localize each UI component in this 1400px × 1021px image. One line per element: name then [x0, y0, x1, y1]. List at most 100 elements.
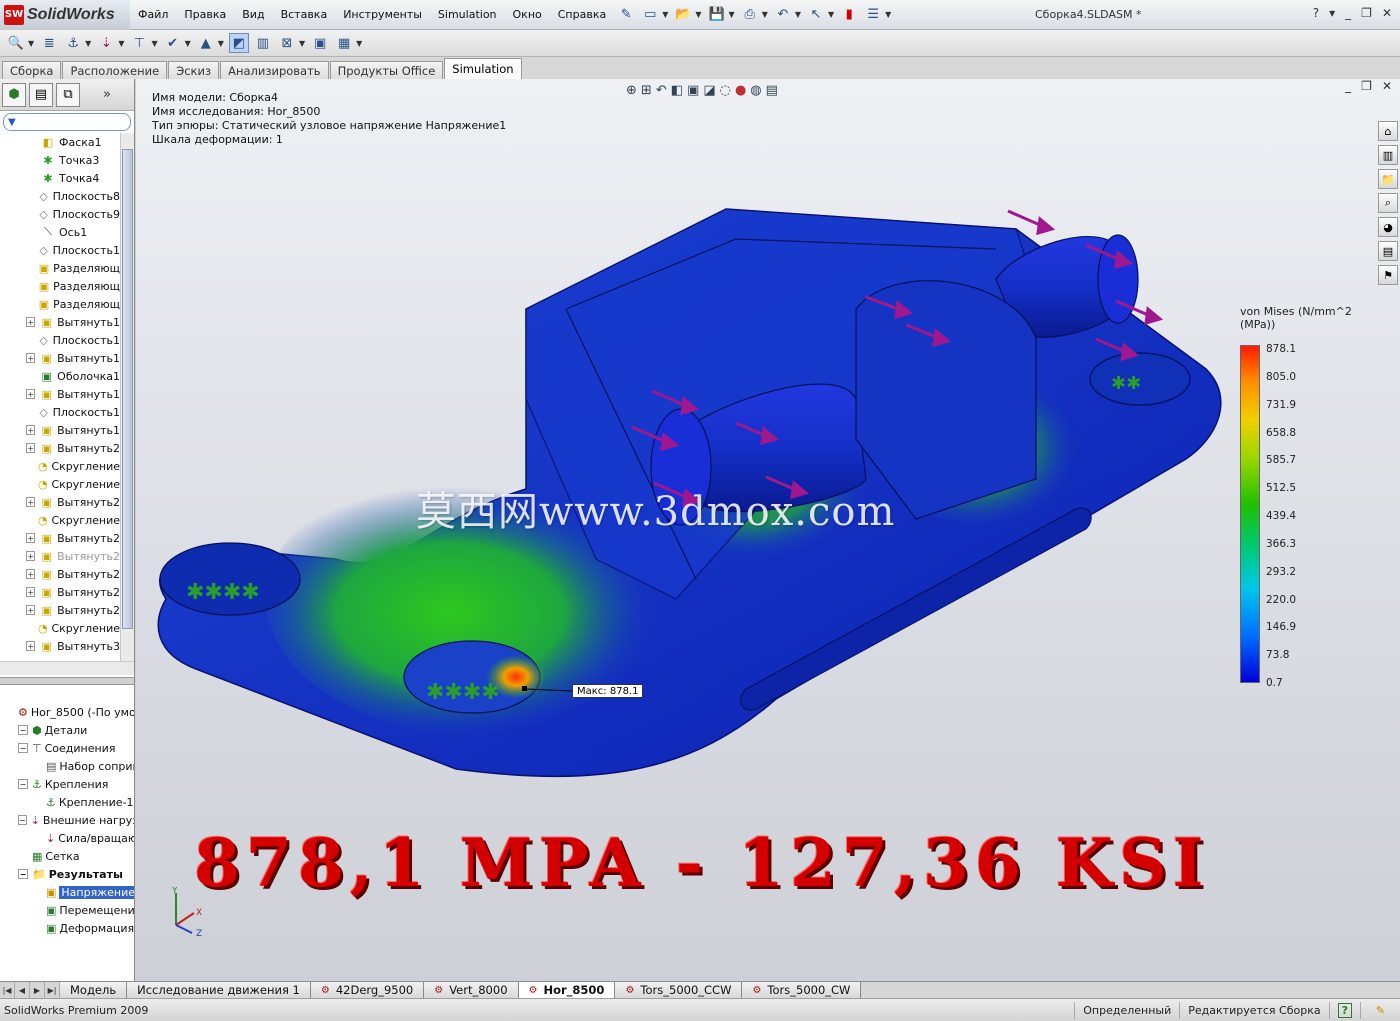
expand-icon[interactable]: + [26, 443, 36, 453]
feature-tree-item[interactable]: ⟍ Ось1 [0, 223, 120, 241]
chevron-down-icon[interactable]: ▼ [185, 39, 191, 48]
chevron-down-icon[interactable]: ▼ [28, 39, 34, 48]
last-tab-icon[interactable]: ▶| [45, 982, 60, 998]
feature-tree-item[interactable]: ▣ Оболочка1 [0, 367, 120, 385]
close-icon[interactable]: ✕ [1382, 6, 1392, 20]
solidworks-logo[interactable]: SW SolidWorks [0, 0, 130, 30]
home-icon[interactable]: ⌂ [1378, 121, 1398, 141]
feature-tree-item[interactable]: ◇ Плоскость1 [0, 403, 120, 421]
graphics-viewport[interactable]: Имя модели: Сборка4 Имя исследования: Ho… [136, 79, 1400, 981]
minimize-icon[interactable]: _ [1345, 6, 1351, 20]
feature-tree-item[interactable]: + ▣ Вытянуть1 [0, 349, 120, 367]
first-tab-icon[interactable]: |◀ [0, 982, 15, 998]
help-icon[interactable]: ? [1313, 6, 1319, 20]
open-folder-icon[interactable]: 📂 [673, 5, 693, 25]
sim-tree-item[interactable]: ▣Деформация1 ( [0, 919, 134, 937]
feature-tree-tab-icon[interactable]: ⬢ [2, 82, 26, 107]
command-tab[interactable]: Расположение [62, 61, 168, 79]
collapse-icon[interactable]: − [18, 815, 27, 825]
sim-tree-item[interactable]: ⚙Hor_8500 (-По умолчан [0, 703, 134, 721]
chevron-down-icon[interactable]: ▼ [356, 39, 362, 48]
compare-results-icon[interactable]: ▥ [253, 33, 273, 53]
feature-tree-item[interactable]: + ▣ Вытянуть2 [0, 565, 120, 583]
feature-tree-item[interactable]: ✱ Точка4 [0, 169, 120, 187]
expand-icon[interactable]: + [26, 389, 36, 399]
study-tab[interactable]: Модель [60, 982, 128, 998]
chevron-down-icon[interactable]: ▼ [729, 10, 735, 19]
select-cursor-icon[interactable]: ↖ [806, 5, 826, 25]
expand-icon[interactable]: + [26, 551, 36, 561]
feature-tree-item[interactable]: ◧ Фаска1 [0, 133, 120, 151]
menu-item[interactable]: Файл [130, 8, 176, 21]
sim-tree-item[interactable]: − ⬢ Детали [0, 721, 134, 739]
parts-list-icon[interactable]: ≣ [39, 33, 59, 53]
feature-tree-item[interactable]: ▣ Разделяющ [0, 295, 120, 313]
search-icon[interactable]: ⌕ [1378, 193, 1398, 213]
max-stress-callout[interactable]: Макс: 878.1 [572, 684, 644, 698]
feature-tree-item[interactable]: ◇ Плоскость1 [0, 331, 120, 349]
sim-tree-item[interactable]: ▦ Сетка [0, 847, 134, 865]
table-icon[interactable]: ▦ [334, 33, 354, 53]
command-tab[interactable]: Эскиз [168, 61, 220, 79]
custom-properties-icon[interactable]: ▤ [1378, 241, 1398, 261]
appearances-icon[interactable]: ◕ [1378, 217, 1398, 237]
menu-item[interactable]: Simulation [430, 8, 505, 21]
quick-tips-icon[interactable]: ✎ [1360, 1001, 1400, 1019]
deformed-result-icon[interactable]: ◩ [228, 33, 249, 53]
chevron-down-icon[interactable]: ▼ [85, 39, 91, 48]
feature-tree-item[interactable]: + ▣ Вытянуть1 [0, 421, 120, 439]
menu-item[interactable]: Вставка [273, 8, 336, 21]
feature-tree-item[interactable]: + ▣ Вытянуть3 [0, 637, 120, 655]
next-tab-icon[interactable]: ▶ [30, 982, 45, 998]
property-manager-tab-icon[interactable]: ▤ [29, 82, 53, 107]
options-icon[interactable]: ☰ [863, 5, 883, 25]
prev-tab-icon[interactable]: ◀ [15, 982, 30, 998]
chevron-down-icon[interactable]: ▼ [118, 39, 124, 48]
sim-tree-item[interactable]: − ⚓ Крепления [0, 775, 134, 793]
feature-tree-item[interactable]: + ▣ Вытянуть2 [0, 529, 120, 547]
menu-item[interactable]: Правка [176, 8, 234, 21]
print-icon[interactable]: ⎙ [740, 5, 760, 25]
study-tab[interactable]: ⚙ Tors_5000_CW [742, 982, 862, 998]
tree-scrollbar[interactable] [120, 133, 134, 661]
feature-tree-item[interactable]: ◇ Плоскость8 [0, 187, 120, 205]
feature-tree-item[interactable]: ▣ Разделяющ [0, 277, 120, 295]
menu-item[interactable]: Инструменты [335, 8, 430, 21]
expand-icon[interactable]: + [26, 425, 36, 435]
von-mises-legend[interactable]: von Mises (N/mm^2 (MPa)) 878.1 805.0 731.9… [1236, 305, 1376, 689]
chevron-down-icon[interactable]: ▼ [695, 10, 701, 19]
command-tab[interactable]: Анализировать [220, 61, 329, 79]
report-icon[interactable]: ▣ [310, 33, 330, 53]
configuration-manager-tab-icon[interactable]: ⧉ [56, 82, 80, 107]
feature-tree-item[interactable]: ◔ Скругление [0, 457, 120, 475]
rebuild-icon[interactable]: ▮ [839, 5, 859, 25]
sim-tree-item[interactable]: ▣Перемещение1 [0, 901, 134, 919]
command-tab[interactable]: Продукты Office [329, 61, 444, 79]
feature-tree-item[interactable]: + ▣ Вытянуть2 [0, 601, 120, 619]
feature-tree-item[interactable]: + ▣ Вытянуть2 [0, 493, 120, 511]
expand-icon[interactable]: + [26, 605, 36, 615]
design-check-icon[interactable]: ⊠ [277, 33, 297, 53]
collapse-icon[interactable]: − [18, 869, 28, 879]
chevron-down-icon[interactable]: ▼ [299, 39, 305, 48]
sim-tree-item[interactable]: ⚓ Крепление-1 [0, 793, 134, 811]
sim-tree-item[interactable]: −⇣Внешние нагрузки [0, 811, 134, 829]
scrollbar-thumb[interactable] [122, 149, 133, 629]
expand-icon[interactable]: + [26, 587, 36, 597]
sim-tree-item[interactable]: − ⊤ Соединения [0, 739, 134, 757]
feature-tree-item[interactable]: ✱ Точка3 [0, 151, 120, 169]
expand-icon[interactable]: + [26, 533, 36, 543]
feature-tree-item[interactable]: + ▣ Вытянуть1 [0, 313, 120, 331]
menu-item[interactable]: Справка [550, 8, 614, 21]
save-icon[interactable]: 💾 [707, 5, 727, 25]
fixtures-advisor-icon[interactable]: ⚓ [63, 33, 83, 53]
menu-item[interactable]: Вид [234, 8, 272, 21]
run-icon[interactable]: ✔ [163, 33, 183, 53]
file-explorer-icon[interactable]: 📁 [1378, 169, 1398, 189]
command-tab[interactable]: Simulation [444, 58, 522, 79]
sim-tree-item[interactable]: − 📁 Результаты [0, 865, 134, 883]
feature-tree-item[interactable]: ▣ Разделяющ [0, 259, 120, 277]
feature-tree-item[interactable]: + ▣ Вытянуть2 [0, 547, 120, 565]
tree-filter[interactable]: ▼ [3, 113, 131, 131]
expand-icon[interactable]: + [26, 353, 36, 363]
